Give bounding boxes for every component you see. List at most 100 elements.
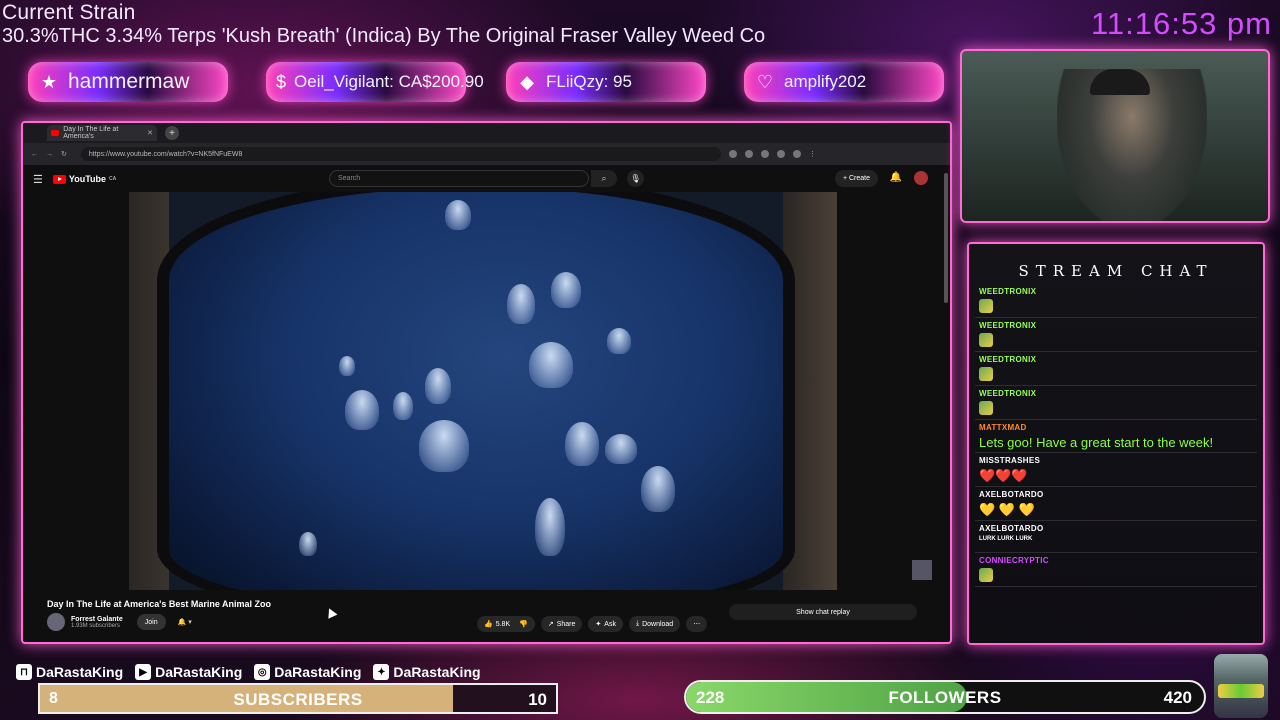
social-handle: DaRastaKing [393, 664, 481, 680]
subscriber-goal: 10 [528, 690, 547, 709]
search-input[interactable]: Search [329, 170, 589, 187]
chat-username[interactable]: MATTXMAD [979, 423, 1253, 432]
strain-jar-image [1214, 654, 1268, 718]
channel-row: Forrest Galante 1.93M subscribers Join 🔔… [47, 613, 192, 631]
instagram-icon: ◎ [254, 664, 271, 680]
social-twitch: ⊓ DaRastaKing [16, 664, 123, 680]
close-icon[interactable]: ✕ [147, 129, 153, 137]
subscriber-goal-bar: 8 SUBSCRIBERS 10 [38, 683, 558, 714]
channel-name[interactable]: Forrest Galante [71, 616, 123, 623]
show-chat-replay-button[interactable]: Show chat replay [729, 604, 917, 620]
video-title: Day In The Life at America's Best Marine… [47, 599, 272, 609]
alert-bits: ◆ FLiiQzy: 95 [506, 62, 706, 102]
chat-username[interactable]: WEEDTRONIX [979, 389, 1253, 398]
jellyfish [393, 392, 413, 420]
chat-message: AXELBOTARDO LURK LURK LURK [975, 521, 1257, 553]
jellyfish [507, 284, 535, 324]
share-icon: ↗ [547, 621, 554, 628]
alert-text: Oeil_Vigilant: CA$200.90 [294, 72, 484, 91]
chat-text: Lets goo! Have a great start to the week… [979, 435, 1214, 450]
create-button[interactable]: + Create [834, 170, 878, 187]
extension-icon[interactable] [776, 150, 785, 158]
reload-icon[interactable]: ↻ [61, 150, 67, 158]
social-handle: DaRastaKing [155, 664, 243, 680]
social-handle: DaRastaKing [274, 664, 362, 680]
share-label: Share [556, 620, 576, 628]
emote-icon [979, 299, 993, 313]
alert-subscriber: ♡ amplify202 [744, 62, 944, 102]
create-label: Create [848, 175, 870, 182]
browser-tab[interactable]: Day In The Life at America's ✕ [47, 125, 157, 141]
extension-icon[interactable] [728, 150, 737, 158]
social-handle: DaRastaKing [36, 664, 124, 680]
like-count: 5.8K [495, 620, 511, 628]
download-button[interactable]: ⤓ Download [628, 616, 681, 632]
profile-icon[interactable] [792, 150, 801, 158]
alert-follow: ★ hammermaw [28, 62, 228, 102]
youtube-logo[interactable]: YouTube CA [52, 174, 116, 184]
heart-icon: ♡ [756, 71, 774, 92]
avatar[interactable] [914, 171, 928, 185]
dislike-icon[interactable]: 👎 [519, 620, 528, 628]
chat-username[interactable]: WEEDTRONIX [979, 355, 1253, 364]
youtube-logo-text: YouTube [68, 174, 107, 184]
extension-icon[interactable] [760, 150, 769, 158]
menu-icon[interactable]: ⋮ [809, 150, 816, 158]
social-youtube: ▶ DaRastaKing [135, 664, 242, 680]
chat-message: WEEDTRONIX [975, 386, 1257, 420]
alert-text: hammermaw [68, 70, 190, 93]
voice-search-button[interactable]: 🎙 [627, 170, 644, 187]
youtube-icon: ▶ [135, 664, 152, 680]
scrollbar[interactable] [944, 173, 948, 303]
follower-goal-bar: 228 FOLLOWERS 420 [684, 680, 1206, 714]
search-icon: ⌕ [601, 173, 607, 183]
chat-username[interactable]: CONNIECRYPTIC [979, 556, 1253, 565]
chat-username[interactable]: WEEDTRONIX [979, 321, 1253, 330]
channel-avatar[interactable] [47, 613, 65, 631]
jellyfish [535, 498, 565, 556]
join-button[interactable]: Join [136, 614, 166, 630]
twitter-icon: ✦ [373, 664, 390, 680]
video-player[interactable] [129, 192, 837, 590]
current-strain-description: 30.3%THC 3.34% Terps 'Kush Breath' (Indi… [2, 25, 766, 47]
jellyfish [345, 390, 379, 430]
url-field[interactable]: https://www.youtube.com/watch?v=NK5fNFuE… [80, 147, 721, 161]
notifications-bell-icon[interactable]: 🔔 [890, 172, 902, 183]
chat-text: 💛 💛 💛 [979, 502, 1035, 517]
chat-text: ❤️❤️❤️ [979, 468, 1028, 483]
download-label: Download [642, 620, 674, 628]
chat-message-list: WEEDTRONIX WEEDTRONIX WEEDTRONIX WEEDTRONIX… [969, 284, 1263, 587]
stream-chat-panel: STREAM CHAT WEEDTRONIX WEEDTRONIX WEEDTRON… [967, 242, 1265, 645]
jellyfish [299, 532, 317, 556]
extension-icon[interactable] [744, 150, 753, 158]
address-bar-row: ← → ↻ https://www.youtube.com/watch?v=NK… [23, 143, 950, 165]
aquarium-wall [129, 192, 169, 590]
jellyfish [529, 342, 573, 388]
search-button[interactable]: ⌕ [591, 170, 617, 187]
star-icon: ★ [40, 71, 58, 92]
chat-text: LURK LURK LURK [979, 536, 1033, 542]
share-button[interactable]: ↗ Share [540, 616, 583, 632]
forward-icon[interactable]: → [46, 151, 53, 158]
aquarium-tank [169, 192, 783, 590]
chat-message: CONNIECRYPTIC [975, 553, 1257, 587]
ask-button[interactable]: ✦ Ask [588, 616, 623, 632]
aquarium-wall [783, 192, 837, 590]
channel-watermark[interactable] [912, 560, 932, 580]
chat-username[interactable]: WEEDTRONIX [979, 287, 1253, 296]
back-icon[interactable]: ← [31, 151, 38, 158]
chat-username[interactable]: AXELBOTARDO [979, 524, 1253, 533]
stream-clock: 11:16:53 pm [1090, 6, 1272, 41]
more-actions-button[interactable]: ⋯ [686, 616, 708, 632]
chat-username[interactable]: MISSTRASHES [979, 456, 1253, 465]
new-tab-button[interactable]: + [165, 126, 179, 140]
jellyfish [445, 200, 471, 230]
like-button[interactable]: 👍 5.8K 👎 [477, 616, 535, 632]
diamond-icon: ◆ [520, 71, 534, 92]
hamburger-menu-icon[interactable]: ☰ [33, 173, 43, 186]
subscribe-bell-icon[interactable]: 🔔 ▾ [178, 618, 192, 626]
channel-subscribers: 1.93M subscribers [71, 622, 121, 629]
chat-username[interactable]: AXELBOTARDO [979, 490, 1253, 499]
download-icon: ⤓ [635, 620, 640, 627]
dollar-icon: $ [276, 71, 287, 92]
